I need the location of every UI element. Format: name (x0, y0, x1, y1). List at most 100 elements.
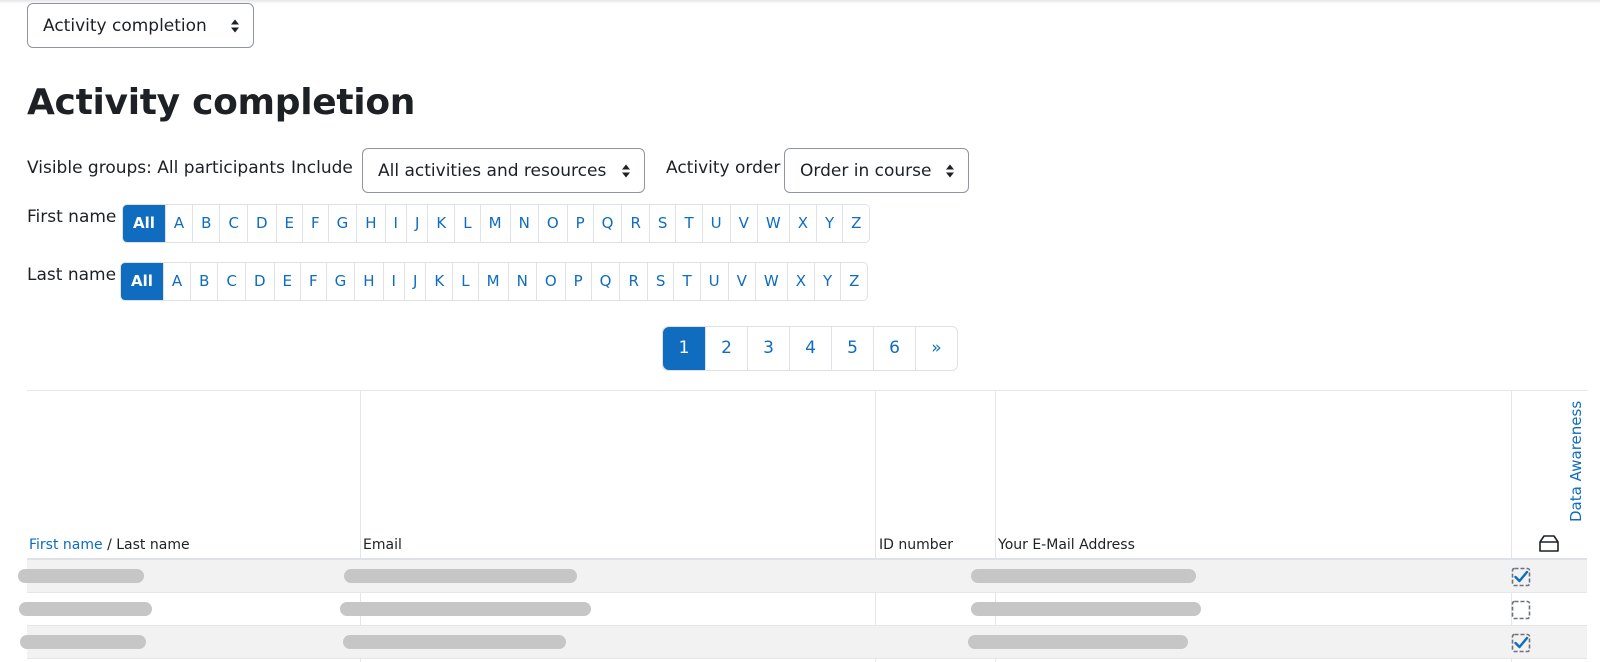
initial-n[interactable]: N (509, 205, 538, 242)
redacted-email (340, 602, 591, 616)
initial-l[interactable]: L (452, 263, 477, 300)
initial-all[interactable]: All (123, 205, 165, 242)
last-name-initials-bar: All A B C D E F G H I J K L M N O P Q R S T U V W X Y Z (120, 262, 869, 301)
initial-r[interactable]: R (619, 263, 646, 300)
initial-a[interactable]: A (164, 205, 192, 242)
initial-h[interactable]: H (354, 263, 382, 300)
initial-all[interactable]: All (121, 263, 163, 300)
initial-o[interactable]: O (535, 263, 565, 300)
select-caret-icon (946, 164, 954, 177)
initial-g[interactable]: G (327, 205, 357, 242)
initial-u[interactable]: U (699, 263, 728, 300)
include-label: Include (291, 158, 353, 178)
your-email-column-header: Your E-Mail Address (998, 537, 1135, 553)
initial-l[interactable]: L (454, 205, 479, 242)
first-name-filter-label: First name (27, 207, 117, 227)
initial-r[interactable]: R (621, 205, 648, 242)
initial-t[interactable]: T (673, 263, 699, 300)
redacted-your-email (971, 602, 1201, 616)
initial-o[interactable]: O (537, 205, 567, 242)
initial-q[interactable]: Q (590, 263, 620, 300)
initial-v[interactable]: V (727, 263, 755, 300)
initial-e[interactable]: E (273, 263, 300, 300)
initial-h[interactable]: H (356, 205, 384, 242)
redacted-name (20, 635, 146, 649)
initial-u[interactable]: U (701, 205, 730, 242)
activity-order-label: Activity order (666, 158, 781, 178)
table-row (20, 626, 1587, 659)
include-select[interactable]: All activities and resources (362, 148, 645, 193)
initial-x[interactable]: X (786, 263, 814, 300)
initial-p[interactable]: P (564, 263, 591, 300)
name-column-header: First name / Last name (29, 537, 190, 553)
page-link-5[interactable]: 5 (831, 327, 873, 370)
last-name-filter-label: Last name (27, 265, 117, 285)
initial-v[interactable]: V (729, 205, 757, 242)
initial-x[interactable]: X (788, 205, 816, 242)
initial-k[interactable]: K (425, 263, 452, 300)
initial-b[interactable]: B (190, 263, 217, 300)
activity-data-awareness-link[interactable]: Data Awareness (1567, 401, 1585, 522)
initial-y[interactable]: Y (816, 205, 842, 242)
initial-c[interactable]: C (217, 263, 244, 300)
page-link-2[interactable]: 2 (705, 327, 747, 370)
pagination: 1 2 3 4 5 6» (662, 326, 958, 371)
initial-b[interactable]: B (192, 205, 219, 242)
table-row (18, 560, 1587, 593)
activity-box-icon (1539, 535, 1559, 552)
initial-p[interactable]: P (566, 205, 593, 242)
redacted-email (344, 569, 577, 583)
completion-table: First name / Last name Email ID number Y… (18, 390, 1587, 662)
initial-z[interactable]: Z (842, 205, 869, 242)
initial-d[interactable]: D (246, 205, 276, 242)
page-link-1[interactable]: 1 (663, 327, 705, 370)
initial-s[interactable]: S (646, 263, 674, 300)
next-page-link[interactable]: » (915, 327, 957, 370)
select-caret-icon (231, 19, 239, 32)
initial-d[interactable]: D (244, 263, 274, 300)
initial-g[interactable]: G (325, 263, 355, 300)
initial-j[interactable]: J (403, 263, 425, 300)
initial-w[interactable]: W (756, 205, 789, 242)
table-top-border (27, 390, 1587, 391)
completion-unchecked-icon (1511, 600, 1531, 620)
sort-last-name-link[interactable]: Last name (116, 537, 189, 553)
visible-groups-label: Visible groups: All participants (27, 158, 285, 178)
activity-order-select[interactable]: Order in course (784, 148, 969, 193)
redacted-your-email (968, 635, 1188, 649)
initial-n[interactable]: N (507, 263, 536, 300)
page-link-6[interactable]: 6 (873, 327, 915, 370)
initial-q[interactable]: Q (592, 205, 622, 242)
initial-f[interactable]: F (302, 205, 328, 242)
redacted-email (343, 635, 566, 649)
initial-m[interactable]: M (477, 263, 508, 300)
initial-j[interactable]: J (405, 205, 427, 242)
completion-checked-icon (1511, 567, 1531, 587)
table-row (19, 593, 1587, 626)
initial-z[interactable]: Z (840, 263, 867, 300)
page-link-4[interactable]: 4 (789, 327, 831, 370)
report-type-select[interactable]: Activity completion (27, 3, 254, 48)
initial-a[interactable]: A (162, 263, 190, 300)
activity-order-value: Order in course (800, 160, 932, 181)
initial-k[interactable]: K (427, 205, 454, 242)
redacted-name (18, 569, 144, 583)
page-link-3[interactable]: 3 (747, 327, 789, 370)
initial-w[interactable]: W (754, 263, 787, 300)
initial-s[interactable]: S (648, 205, 676, 242)
completion-checked-icon (1511, 633, 1531, 653)
initial-i[interactable]: I (384, 205, 406, 242)
sort-first-name-link[interactable]: First name (29, 537, 103, 553)
page-title: Activity completion (27, 82, 416, 123)
email-column-header: Email (363, 537, 402, 553)
initial-y[interactable]: Y (814, 263, 840, 300)
initial-t[interactable]: T (675, 205, 701, 242)
select-caret-icon (622, 164, 630, 177)
include-value: All activities and resources (378, 160, 607, 181)
initial-c[interactable]: C (219, 205, 246, 242)
initial-m[interactable]: M (479, 205, 510, 242)
initial-e[interactable]: E (275, 205, 302, 242)
initial-i[interactable]: I (382, 263, 404, 300)
initial-f[interactable]: F (300, 263, 326, 300)
name-separator: / (102, 537, 117, 553)
